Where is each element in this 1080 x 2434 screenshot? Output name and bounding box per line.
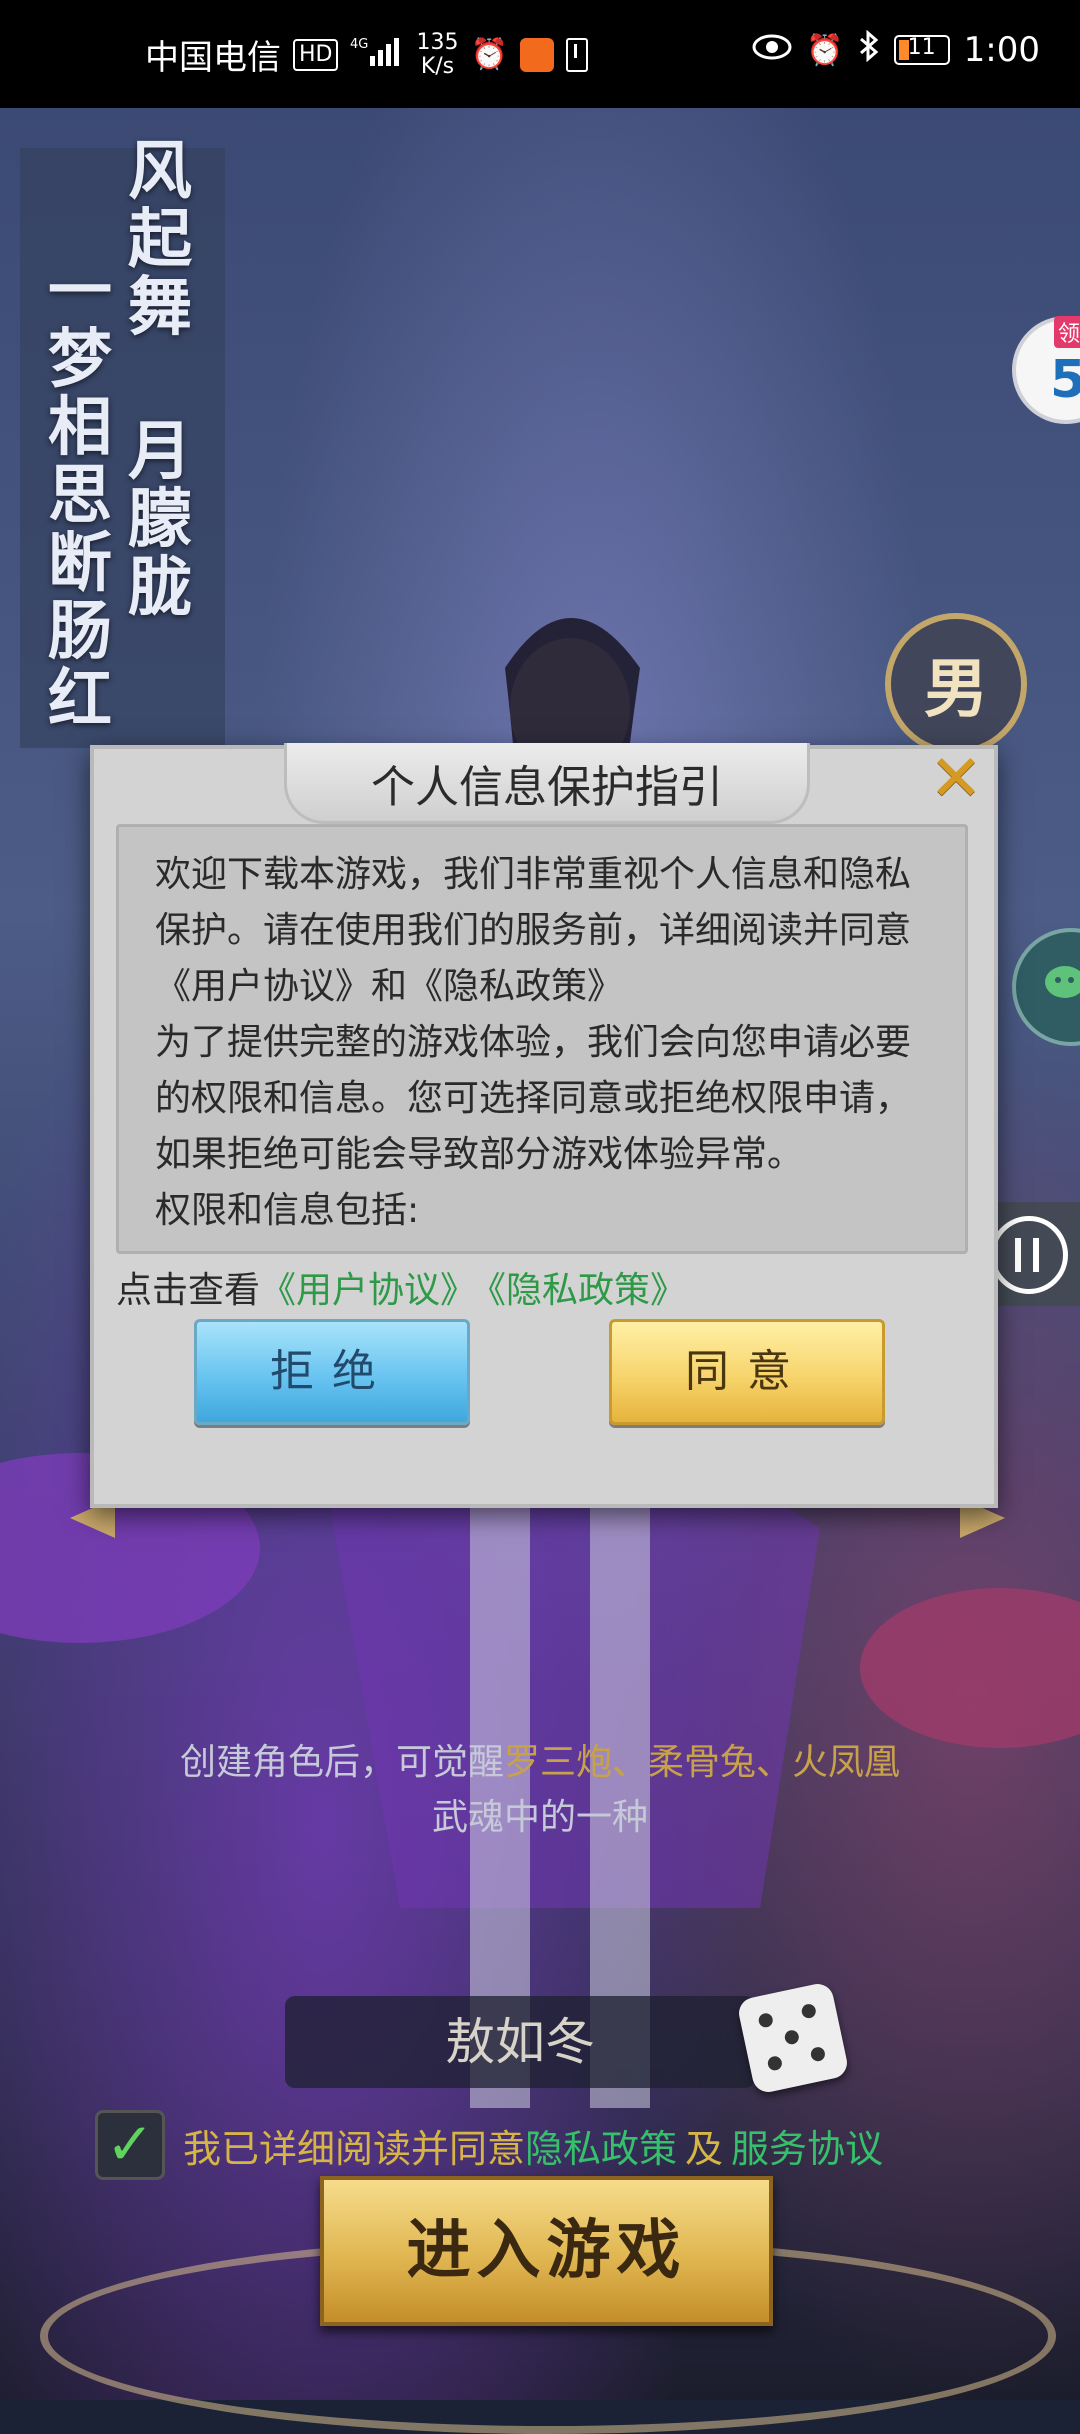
hd-icon: HD xyxy=(293,38,339,71)
time-label: 1:00 xyxy=(963,30,1040,70)
svg-text:4G: 4G xyxy=(350,37,368,52)
eye-icon xyxy=(752,33,792,68)
bluetooth-icon xyxy=(858,29,880,70)
dialog-paragraph-3: 权限和信息包括: xyxy=(155,1190,420,1231)
dialog-title: 个人信息保护指引 xyxy=(371,762,723,813)
dialog-paragraph-2: 为了提供完整的游戏体验，我们会向您申请必要的权限和信息。您可选择同意或拒绝权限申… xyxy=(155,1022,912,1175)
signal-icon: 4G xyxy=(350,34,404,76)
reject-button[interactable]: 拒绝 xyxy=(194,1319,470,1425)
dialog-title-banner: 个人信息保护指引 xyxy=(284,743,810,824)
privacy-dialog: 个人信息保护指引 ✕ 欢迎下载本游戏，我们非常重视个人信息和隐私保护。请在使用我… xyxy=(90,743,998,1508)
agree-button[interactable]: 同意 xyxy=(609,1319,885,1425)
status-bar: 中国电信 HD 4G 135 K/s ⏰ ⏰ 11 1:00 xyxy=(0,0,1080,108)
battery-icon: 11 xyxy=(893,35,950,65)
battery-alert-icon xyxy=(565,37,588,72)
dialog-body: 欢迎下载本游戏，我们非常重视个人信息和隐私保护。请在使用我们的服务前，详细阅读并… xyxy=(116,824,968,1254)
user-agreement-link[interactable]: 《用户协议》 xyxy=(260,1270,476,1311)
network-speed: 135 K/s xyxy=(416,29,459,79)
dialog-links-prefix: 点击查看 xyxy=(116,1270,261,1311)
dialog-links-row: 点击查看《用户协议》 《隐私政策》 xyxy=(116,1261,686,1313)
clock-icon: ⏰ xyxy=(470,37,508,72)
alarm-icon: ⏰ xyxy=(806,32,844,68)
status-bar-right: ⏰ 11 1:00 xyxy=(752,29,1040,70)
carrier-label: 中国电信 xyxy=(145,38,281,78)
close-icon[interactable]: ✕ xyxy=(926,747,986,811)
privacy-policy-link[interactable]: 《隐私政策》 xyxy=(488,1270,686,1311)
app-notification-icon xyxy=(519,37,554,72)
status-bar-left: 中国电信 HD 4G 135 K/s ⏰ xyxy=(145,30,588,79)
dialog-paragraph-1: 欢迎下载本游戏，我们非常重视个人信息和隐私保护。请在使用我们的服务前，详细阅读并… xyxy=(155,854,912,1007)
